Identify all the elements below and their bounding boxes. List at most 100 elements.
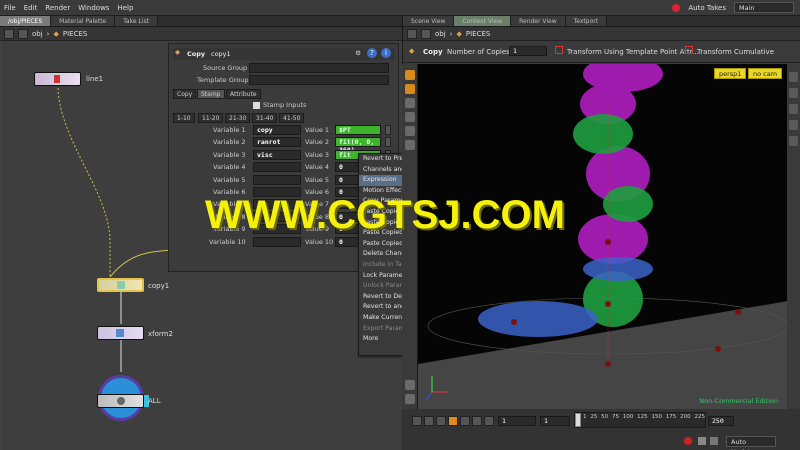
path-node[interactable]: PIECES [63,30,87,38]
transform-checkbox[interactable] [555,46,563,54]
node-all[interactable] [97,394,149,408]
chevron-right-icon: › [449,29,453,38]
op-name-field[interactable]: copy1 [211,50,231,58]
variable-name-field[interactable] [253,162,301,173]
frame-ruler[interactable]: 1 25 50 75 100 125 150 175 200 225 [574,412,706,428]
tab-range-31-40[interactable]: 31-40 [252,113,278,123]
start-frame-field[interactable]: 1 [540,416,570,426]
gear-icon[interactable]: ⚙ [355,49,361,57]
tab-scene-view[interactable]: Scene View [403,16,455,26]
record-icon[interactable] [672,3,681,12]
menu-edit[interactable]: Edit [20,4,42,12]
path-root[interactable]: obj [435,30,446,38]
play-icon[interactable] [460,416,470,426]
variable-name-field[interactable] [253,174,301,185]
wireframe-icon[interactable] [789,104,798,114]
points-icon[interactable] [789,136,798,146]
menu-file[interactable]: File [0,4,20,12]
variable-name-field[interactable]: ranrot [253,137,301,148]
move-tool-icon[interactable] [405,98,415,108]
copies-field[interactable]: 1 [509,46,547,56]
value-field[interactable]: fit(0, 0, 360) [335,137,381,154]
tab-range-21-30[interactable]: 21-30 [225,113,251,123]
tab-context-view[interactable]: Context View [454,16,512,26]
lock-icon[interactable] [405,394,415,404]
first-frame-icon[interactable] [412,416,422,426]
last-frame-icon[interactable] [484,416,494,426]
tab-range-41-50[interactable]: 41-50 [279,113,305,123]
frame-tick-label: 50 [601,414,609,420]
auto-update-select[interactable]: Auto Update [726,436,776,450]
value-field[interactable]: $PT [335,125,381,135]
tab-stamp[interactable]: Stamp [197,89,225,99]
node-line1[interactable] [34,72,81,86]
record-key-icon[interactable] [684,437,692,445]
reverse-play-icon[interactable] [436,416,446,426]
cam-select[interactable]: no cam [748,68,783,79]
pose-tool-icon[interactable] [405,112,415,122]
edition-label: Non-Commercial Edition [699,397,778,405]
tab-take-list[interactable]: Take List [115,16,158,26]
template-group-field[interactable] [249,75,389,85]
snap-icon[interactable] [405,380,415,390]
keys-icon[interactable] [710,437,718,445]
desktop-select[interactable]: Main [734,2,794,13]
back-icon[interactable] [4,28,14,39]
shaded-icon[interactable] [789,120,798,130]
lock-icon[interactable] [698,437,706,445]
timeline-bar: 1 1 1255075100125150175200225 250 Auto U… [402,409,800,450]
camera-select[interactable]: persp1 [714,68,747,79]
next-key-icon[interactable] [472,416,482,426]
menu-help[interactable]: Help [113,4,137,12]
back-icon[interactable] [407,28,417,39]
current-frame-field[interactable]: 1 [498,416,536,426]
tab-range-1-10[interactable]: 1-10 [173,113,195,123]
select-tool-2-icon[interactable] [405,84,415,94]
value-label: Value 4 [305,163,330,172]
select-tool-icon[interactable] [405,70,415,80]
tab-render-view[interactable]: Render View [511,16,566,26]
menu-render[interactable]: Render [41,4,74,12]
left-path-bar: obj › ◆ PIECES [0,27,402,41]
tab-range-11-20[interactable]: 11-20 [198,113,224,123]
template-group-label: Template Group [197,76,249,84]
stamp-inputs-checkbox[interactable] [253,102,260,109]
value-ladder-handle[interactable] [385,137,391,148]
particles-magenta [578,64,663,264]
node-xform2[interactable] [97,326,144,340]
tab-copy[interactable]: Copy [173,89,197,99]
null-icon [117,397,125,405]
tab-textport[interactable]: Textport [565,16,608,26]
cumulative-checkbox[interactable] [685,46,693,54]
source-group-label: Source Group [203,64,248,72]
path-node[interactable]: PIECES [466,30,490,38]
forward-icon[interactable] [421,28,431,39]
tab-attribute[interactable]: Attribute [226,89,261,99]
value-label: Value 3 [305,150,330,159]
variable-name-field[interactable]: visc [253,149,301,160]
view-tool-icon[interactable] [405,140,415,150]
tab-network[interactable]: /obj/PIECES [0,16,52,26]
variable-name-field[interactable] [253,236,301,247]
stop-icon[interactable] [448,416,458,426]
handle-tool-icon[interactable] [405,126,415,136]
tab-material-palette[interactable]: Material Palette [51,16,116,26]
source-group-field[interactable] [249,63,389,73]
info-icon[interactable]: i [381,48,391,58]
path-root[interactable]: obj [32,30,43,38]
value-ladder-handle[interactable] [385,125,391,135]
node-copy1[interactable] [97,278,144,292]
menu-windows[interactable]: Windows [74,4,113,12]
prev-key-icon[interactable] [424,416,434,426]
forward-icon[interactable] [18,28,28,39]
variable-row: Variable 1 copy Value 1 $PT [169,125,398,136]
auto-takes-label[interactable]: Auto Takes [684,4,730,12]
help-icon[interactable]: ? [367,48,377,58]
playhead[interactable] [575,413,581,427]
right-path-bar: obj › ◆ PIECES [403,27,800,41]
variable-label: Variable 5 [213,175,246,184]
lighting-icon[interactable] [789,88,798,98]
display-options-icon[interactable] [789,72,798,82]
variable-name-field[interactable]: copy [253,125,301,135]
end-frame-field[interactable]: 250 [708,416,734,426]
